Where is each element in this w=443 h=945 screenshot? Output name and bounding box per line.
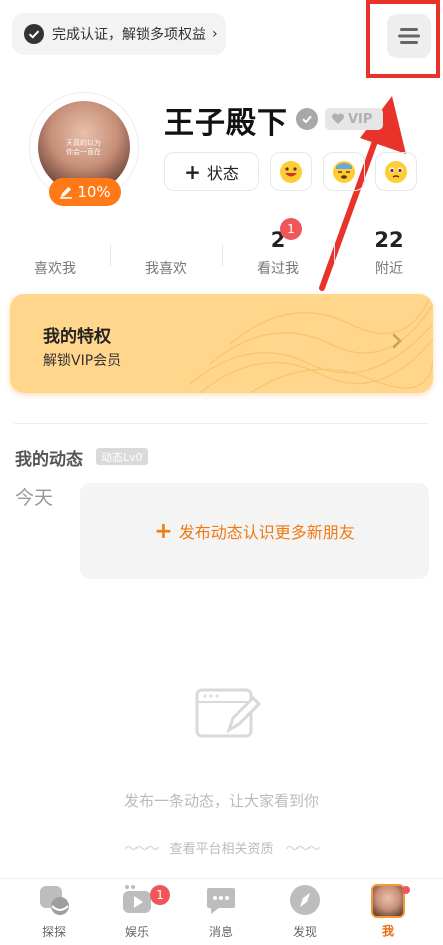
stat-label: 看过我 (257, 261, 299, 277)
pleading-face-icon (385, 160, 407, 183)
profile-completion-badge[interactable]: 10% (49, 178, 121, 206)
stat-label: 喜欢我 (34, 261, 76, 277)
chevron-right-icon: › (212, 26, 218, 42)
post-moment-button[interactable]: + 发布动态认识更多新朋友 (80, 483, 429, 579)
plus-icon: + (154, 518, 173, 544)
sleeping-face-icon (333, 160, 355, 183)
verified-icon[interactable] (296, 108, 318, 130)
profile-name: 王子殿下 (164, 106, 288, 141)
nav-item-discover[interactable]: 发现 (275, 884, 335, 940)
verify-banner[interactable]: 完成认证，解锁多项权益 › (12, 13, 226, 55)
stat-number: 2 (270, 228, 286, 252)
me-avatar (371, 884, 405, 918)
chevron-right-icon (392, 333, 402, 349)
stat-number: 22 (374, 228, 404, 252)
stat-divider (334, 244, 335, 266)
nav-item-messages[interactable]: 消息 (191, 884, 251, 940)
post-prompt: 发布动态认识更多新朋友 (178, 523, 355, 542)
wave-decoration: 〜〜〜 (124, 842, 159, 857)
visitors-badge: 1 (280, 218, 302, 240)
stat-number (10, 228, 100, 254)
status-label: 状态 (206, 163, 239, 183)
compass-icon (290, 885, 320, 915)
nav-item-tantan[interactable]: 探探 (24, 884, 84, 940)
nav-label: 我 (381, 924, 394, 938)
stat-number (121, 228, 211, 254)
stat-label: 附近 (375, 261, 403, 277)
empty-post-icon (195, 688, 262, 738)
stat-divider (222, 244, 223, 266)
avatar-watermark: 天真的以为 你会一直在 (66, 139, 101, 156)
empty-moments-text: 发布一条动态，让大家看到你 (123, 792, 319, 810)
section-divider (14, 423, 429, 424)
privilege-card[interactable]: 我的特权 解锁VIP会员 (10, 294, 433, 393)
stat-likes-me[interactable]: 喜欢我 (10, 228, 100, 278)
tantan-icon (40, 886, 69, 915)
vip-badge[interactable]: VIP (325, 108, 383, 130)
today-label: 今天 (15, 487, 54, 509)
vip-label: VIP (348, 111, 373, 127)
chat-icon (207, 888, 235, 914)
stat-nearby[interactable]: 22 附近 (344, 228, 434, 278)
emoji-button-grinning[interactable] (270, 152, 312, 191)
stat-visitors[interactable]: 2 看过我 (233, 228, 323, 278)
grinning-face-icon (280, 160, 302, 183)
completion-value: 10% (77, 183, 111, 201)
stat-label: 我喜欢 (145, 261, 187, 277)
nav-label: 发现 (292, 925, 317, 939)
nav-label: 消息 (208, 925, 233, 939)
menu-icon (398, 28, 420, 44)
nav-me-dot (402, 886, 410, 894)
heart-icon (331, 113, 345, 124)
menu-button[interactable] (387, 14, 431, 58)
status-button[interactable]: + 状态 (164, 152, 259, 191)
stat-divider (110, 244, 111, 266)
wave-decoration: 〜〜〜 (285, 842, 321, 857)
emoji-button-pleading[interactable] (375, 152, 417, 191)
nav-label: 娱乐 (124, 925, 149, 939)
qualification-text: 查看平台相关资质 (169, 842, 274, 857)
play-icon (123, 885, 151, 913)
edit-icon (60, 187, 73, 199)
verify-text: 完成认证，解锁多项权益 (52, 27, 206, 43)
plus-icon: + (184, 159, 201, 184)
shield-check-icon (24, 24, 44, 44)
privilege-title: 我的特权 (43, 327, 111, 347)
moments-level-badge: 动态Lv0 (96, 448, 148, 465)
nav-label: 探探 (41, 925, 66, 939)
qualification-link[interactable]: 〜〜〜 查看平台相关资质 〜〜〜 (0, 838, 443, 857)
moments-title: 我的动态 (15, 450, 83, 470)
emoji-button-sleeping[interactable] (323, 152, 365, 191)
nav-entertainment-badge: 1 (150, 885, 170, 905)
stat-i-like[interactable]: 我喜欢 (121, 228, 211, 278)
privilege-subtitle: 解锁VIP会员 (43, 353, 122, 369)
